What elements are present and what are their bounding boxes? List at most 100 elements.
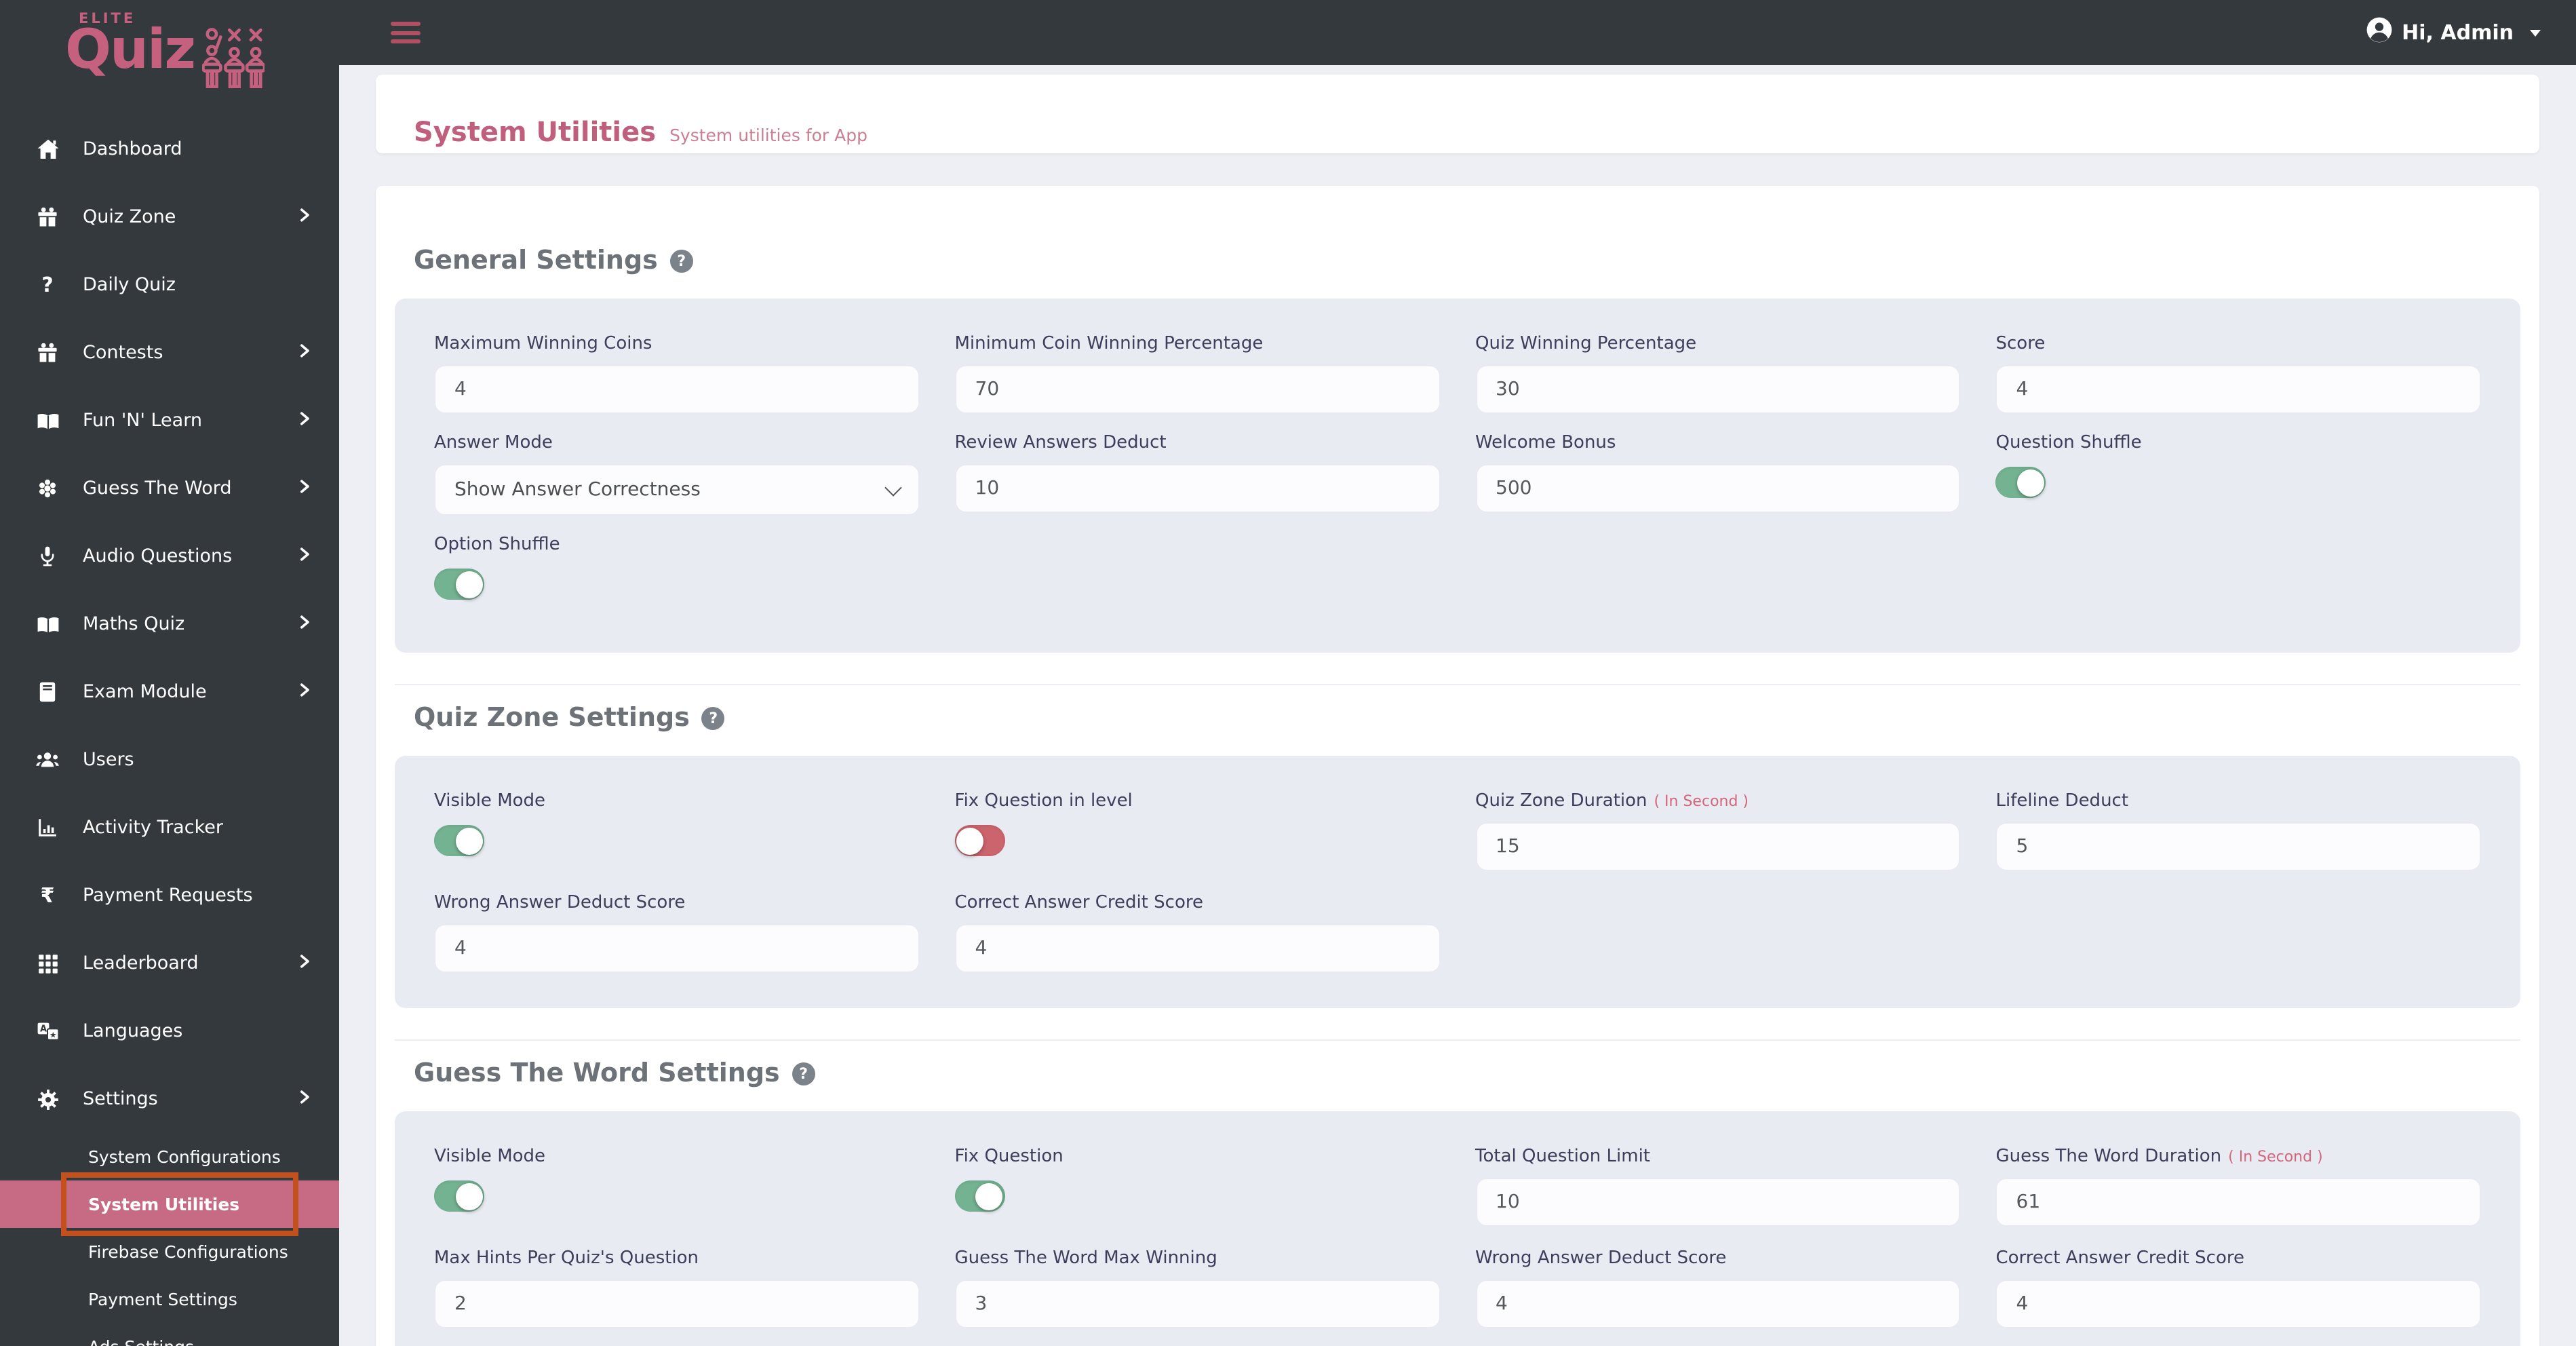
field-minimum-coin-winning-percentage: Minimum Coin Winning Percentage <box>954 334 1440 414</box>
guess-the-word-settings-panel: Visible Mode Fix Question Total Question… <box>395 1111 2520 1346</box>
guess-the-word-max-winning-input[interactable] <box>954 1280 1440 1328</box>
sidebar-item-fun-n-learn[interactable]: Fun 'N' Learn <box>0 387 339 455</box>
question-shuffle-toggle[interactable] <box>1995 467 2046 498</box>
app-logo[interactable]: ELITE Quiz <box>65 11 267 95</box>
chevron-right-icon <box>297 410 312 431</box>
book-icon <box>33 410 62 431</box>
chevron-right-icon <box>297 613 312 635</box>
sidebar-item-label: Audio Questions <box>83 545 233 567</box>
field-label: Fix Question in level <box>954 791 1133 811</box>
sidebar-item-contests[interactable]: Contests <box>0 319 339 387</box>
field-label: Quiz Winning Percentage <box>1475 334 1697 354</box>
help-icon[interactable] <box>669 249 693 272</box>
gtw-visible-mode-toggle[interactable] <box>434 1180 484 1212</box>
section-heading: Quiz Zone Settings <box>414 703 690 733</box>
field-label: Visible Mode <box>434 1147 546 1167</box>
field-label: Maximum Winning Coins <box>434 334 652 354</box>
field-label: Total Question Limit <box>1475 1147 1650 1167</box>
field-label: Guess The Word Max Winning <box>954 1248 1217 1269</box>
lifeline-deduct-input[interactable] <box>1995 822 2481 871</box>
gtw-fix-question-toggle[interactable] <box>954 1180 1005 1212</box>
quiz-zone-settings-panel: Visible Mode Fix Question in level Quiz … <box>395 756 2520 1008</box>
sidebar-item-label: Payment Requests <box>83 885 253 906</box>
sidebar-item-daily-quiz[interactable]: Daily Quiz <box>0 251 339 319</box>
field-label: Visible Mode <box>434 791 546 811</box>
sidebar-item-system-configurations[interactable]: System Configurations <box>0 1133 339 1180</box>
option-shuffle-toggle[interactable] <box>434 569 484 600</box>
sidebar-item-dashboard[interactable]: Dashboard <box>0 115 339 183</box>
sidebar-item-exam-module[interactable]: Exam Module <box>0 658 339 726</box>
sidebar-item-label: Contests <box>83 342 163 364</box>
sidebar-item-activity-tracker[interactable]: Activity Tracker <box>0 794 339 862</box>
section-guess-the-word-settings: Guess The Word Settings Visible Mode Fix… <box>376 1058 2539 1346</box>
quiz-winning-percentage-input[interactable] <box>1475 365 1961 414</box>
section-divider <box>395 1039 2520 1041</box>
general-settings-panel: Maximum Winning Coins Minimum Coin Winni… <box>395 299 2520 653</box>
score-input[interactable] <box>1995 365 2481 414</box>
greeting-text: Hi, Admin <box>2402 20 2514 45</box>
field-visible-mode: Visible Mode <box>434 1147 920 1229</box>
sidebar-item-payment-requests[interactable]: Payment Requests <box>0 862 339 929</box>
sidebar-item-users[interactable]: Users <box>0 726 339 794</box>
wrong-answer-deduct-score-input[interactable] <box>434 924 920 973</box>
sidebar-item-audio-questions[interactable]: Audio Questions <box>0 522 339 590</box>
gtw-wrong-answer-deduct-score-input[interactable] <box>1475 1280 1961 1328</box>
sidebar-item-label: Activity Tracker <box>83 817 223 839</box>
sidebar-item-label: Quiz Zone <box>83 206 176 228</box>
gtw-correct-answer-credit-score-input[interactable] <box>1995 1280 2481 1328</box>
answer-mode-select[interactable]: Show Answer Correctness <box>434 464 920 516</box>
sidebar-item-settings[interactable]: Settings <box>0 1065 339 1133</box>
sidebar-item-languages[interactable]: A ★ Languages <box>0 997 339 1065</box>
chevron-right-icon <box>297 342 312 364</box>
correct-answer-credit-score-input[interactable] <box>954 924 1440 973</box>
field-fix-question: Fix Question <box>954 1147 1441 1229</box>
chevron-right-icon <box>297 478 312 499</box>
sidebar-item-ads-settings[interactable]: Ads Settings <box>0 1323 339 1346</box>
fix-question-in-level-toggle[interactable] <box>954 825 1005 856</box>
home-icon <box>33 138 62 160</box>
user-menu[interactable]: Hi, Admin <box>2365 16 2541 49</box>
field-label: Max Hints Per Quiz's Question <box>434 1248 699 1269</box>
help-icon[interactable] <box>792 1062 815 1085</box>
review-answers-deduct-input[interactable] <box>954 464 1440 513</box>
caret-down-icon <box>2530 29 2541 36</box>
field-note: ( In Second ) <box>2228 1148 2323 1166</box>
maximum-winning-coins-input[interactable] <box>434 365 920 414</box>
field-wrong-answer-deduct-score: Wrong Answer Deduct Score <box>1475 1248 1961 1328</box>
total-question-limit-input[interactable] <box>1475 1178 1961 1227</box>
welcome-bonus-input[interactable] <box>1475 464 1961 513</box>
sidebar-item-guess-the-word[interactable]: Guess The Word <box>0 455 339 522</box>
sidebar-item-label: Guess The Word <box>83 478 232 499</box>
sidebar-item-label: Users <box>83 749 134 771</box>
sidebar-item-label: Daily Quiz <box>83 274 176 296</box>
section-general-settings: General Settings Maximum Winning Coins M… <box>376 186 2539 653</box>
field-question-shuffle: Question Shuffle <box>1995 433 2482 516</box>
field-label: Quiz Zone Duration <box>1475 791 1647 811</box>
max-hints-per-quiz-question-input[interactable] <box>434 1280 920 1328</box>
field-label: Welcome Bonus <box>1475 433 1616 453</box>
sidebar-item-maths-quiz[interactable]: Maths Quiz <box>0 590 339 658</box>
sidebar-item-quiz-zone[interactable]: Quiz Zone <box>0 183 339 251</box>
field-answer-mode: Answer Mode Show Answer Correctness <box>434 433 920 516</box>
field-score: Score <box>1995 334 2481 414</box>
help-icon[interactable] <box>701 706 725 729</box>
visible-mode-toggle[interactable] <box>434 825 484 856</box>
podium-figures-icon <box>202 27 267 95</box>
hamburger-menu-icon[interactable] <box>391 17 421 48</box>
svg-text:A: A <box>39 1024 46 1034</box>
sidebar-item-label: Languages <box>83 1020 183 1042</box>
field-label: Lifeline Deduct <box>1995 791 2129 811</box>
guess-the-word-duration-input[interactable] <box>1995 1178 2481 1227</box>
sidebar-item-firebase-configurations[interactable]: Firebase Configurations <box>0 1228 339 1275</box>
minimum-coin-winning-percentage-input[interactable] <box>954 365 1440 414</box>
sidebar-item-system-utilities[interactable]: System Utilities <box>0 1172 339 1236</box>
quiz-zone-duration-input[interactable] <box>1475 822 1961 871</box>
chevron-right-icon <box>297 1088 312 1110</box>
sidebar-item-label: Fun 'N' Learn <box>83 410 202 431</box>
sidebar: ELITE Quiz Dashboard Quiz Zone ? Daily Q… <box>0 0 339 1346</box>
field-visible-mode: Visible Mode <box>434 791 920 874</box>
sidebar-item-payment-settings[interactable]: Payment Settings <box>0 1275 339 1323</box>
sidebar-item-leaderboard[interactable]: Leaderboard <box>0 929 339 997</box>
field-label: Minimum Coin Winning Percentage <box>954 334 1264 354</box>
sidebar-nav: Dashboard Quiz Zone Daily Quiz Contests <box>0 115 339 1133</box>
